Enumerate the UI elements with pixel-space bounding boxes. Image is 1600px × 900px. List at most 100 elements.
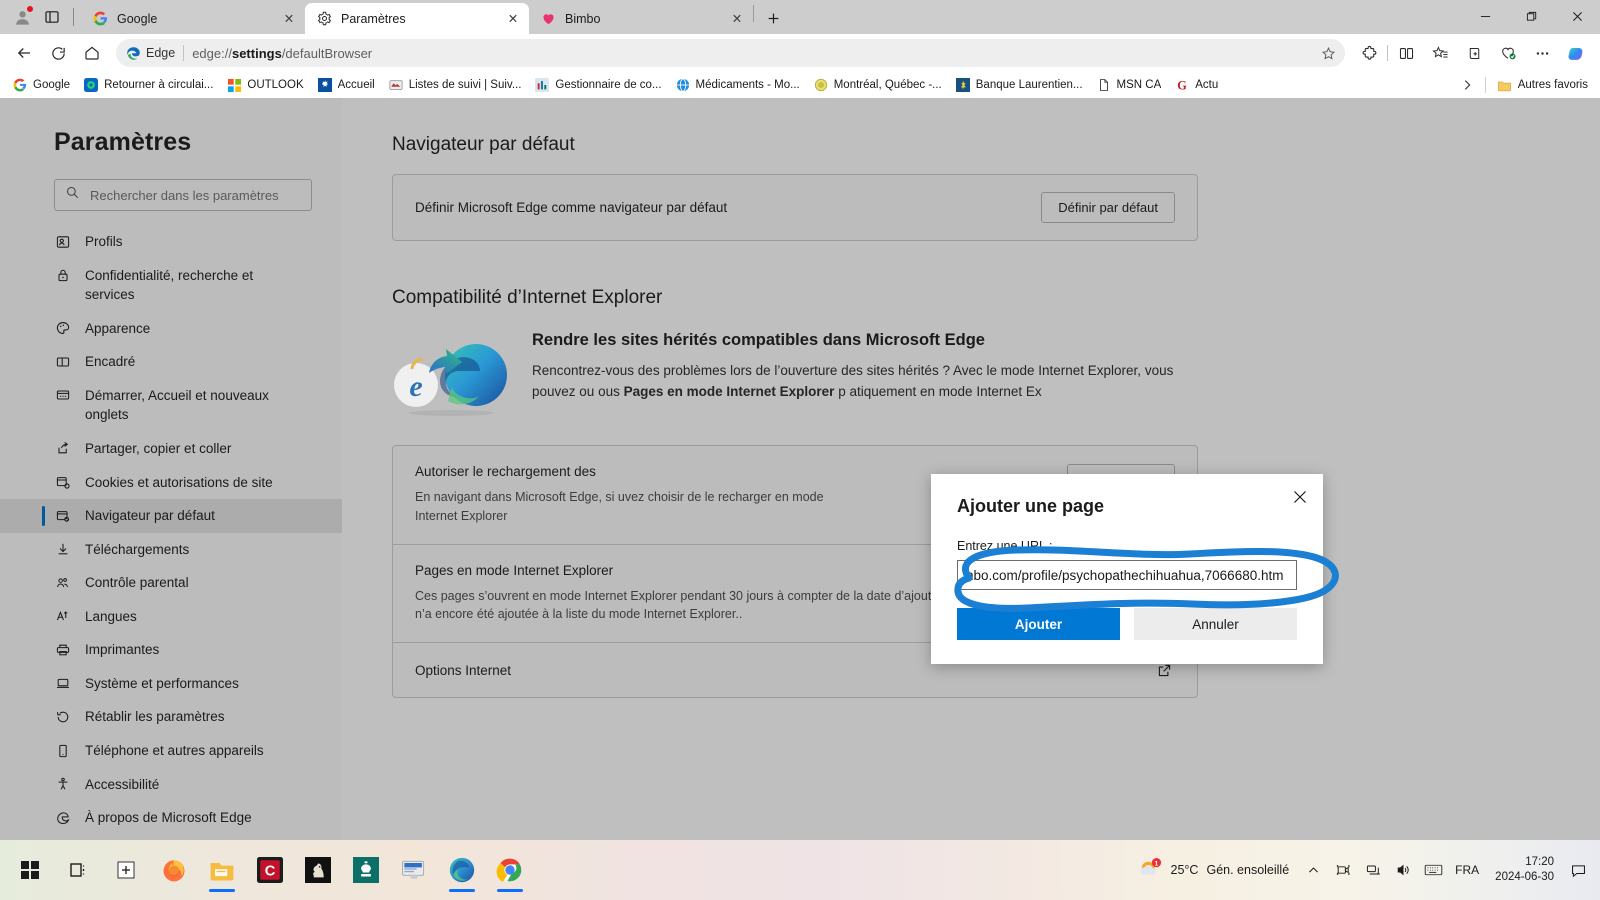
tab-title: Google [117,11,158,26]
file-explorer-app[interactable] [198,846,246,894]
bookmark-montreal[interactable]: Montréal, Québec -... [807,74,948,96]
taskbar-apps: C [0,846,534,894]
globe-icon [675,77,691,93]
cookie-site-icon [54,474,71,491]
chart-icon [534,77,550,93]
chess-king-app[interactable] [342,846,390,894]
remote-desktop-app[interactable] [390,846,438,894]
close-button[interactable] [1554,0,1600,32]
bookmark-accueil[interactable]: Accueil [311,74,381,96]
favorites-list-icon[interactable] [1424,37,1456,69]
refresh-arrow-icon[interactable] [42,37,74,69]
bookmark-retourner[interactable]: Retourner à circulai... [77,74,219,96]
bookmark-listes-de-suivi[interactable]: Listes de suivi | Suiv... [382,74,528,96]
sidebar-item-encadre[interactable]: Encadré [0,345,342,379]
profile-avatar[interactable] [8,3,36,31]
bookmark-google[interactable]: Google [6,74,76,96]
sidebar-item-telechargements[interactable]: Téléchargements [0,533,342,567]
row-title: Autoriser le rechargement des [415,464,596,479]
sidebar-item-retablir-parametres[interactable]: Rétablir les paramètres [0,700,342,734]
tab-close-icon[interactable]: ✕ [279,9,299,29]
keyboard-icon[interactable] [1419,855,1447,885]
copilot-icon[interactable] [1560,37,1592,69]
sidebar-item-profils[interactable]: Profils [0,225,342,259]
sidebar-item-langues[interactable]: Langues [0,600,342,634]
language-indicator[interactable]: FRA [1449,863,1485,877]
chat-bubble-icon[interactable] [1564,855,1592,885]
settings-search-box[interactable] [54,179,312,211]
extensions-icon[interactable] [1353,37,1385,69]
bookmark-label: Accueil [337,79,375,91]
sidebar-item-partager-copier[interactable]: Partager, copier et coller [0,432,342,466]
bookmark-gestionnaire[interactable]: Gestionnaire de co... [528,74,667,96]
network-icon[interactable] [1359,855,1387,885]
favorite-star-icon[interactable] [1315,40,1341,66]
ie-mode-promo-title: Rendre les sites hérités compatibles dan… [532,331,985,349]
minimize-button[interactable] [1462,0,1508,32]
sidebar-item-apparence[interactable]: Apparence [0,312,342,346]
sidebar-item-confidentialite[interactable]: Confidentialité, recherche et services [0,259,342,312]
svg-text:1: 1 [1154,860,1158,867]
bookmark-msn-ca[interactable]: MSN CA [1090,74,1168,96]
tray-overflow-chevron-up-icon[interactable] [1299,855,1327,885]
sidebar-item-demarrer-accueil[interactable]: Démarrer, Accueil et nouveaux onglets [0,379,342,432]
url-input[interactable] [957,560,1297,590]
weather-widget[interactable]: 1 25°C Gén. ensoleillé [1129,854,1298,886]
sidebar-item-label: Partager, copier et coller [85,440,232,456]
dialog-annuler-button[interactable]: Annuler [1134,608,1297,640]
dialog-ajouter-button[interactable]: Ajouter [957,608,1120,640]
tab-parametres[interactable]: Paramètres ✕ [305,3,529,34]
sidebar-item-label: Cookies et autorisations de site [85,474,273,490]
google-chrome-app[interactable] [486,846,534,894]
camtasia-app[interactable]: C [246,846,294,894]
bookmark-label: Montréal, Québec -... [833,79,942,91]
sidebar-item-accessibilite[interactable]: Accessibilité [0,768,342,802]
task-view-button[interactable] [54,846,102,894]
default-browser-card: Définir Microsoft Edge comme navigateur … [392,174,1198,241]
clock[interactable]: 17:20 2024-06-30 [1487,855,1562,885]
settings-more-icon[interactable] [1526,37,1558,69]
home-icon[interactable] [76,37,108,69]
firefox-app[interactable] [150,846,198,894]
sidebar-item-cookies[interactable]: Cookies et autorisations de site [0,466,342,500]
sidebar-item-label: Langues [85,608,137,624]
sidebar-item-telephone-appareils[interactable]: Téléphone et autres appareils [0,734,342,768]
chess-knight-app[interactable] [294,846,342,894]
bookmark-banque-laurentienne[interactable]: Banque Laurentien... [949,74,1089,96]
back-arrow-icon[interactable] [8,37,40,69]
close-icon[interactable] [1285,482,1315,512]
sidebar-item-controle-parental[interactable]: Contrôle parental [0,566,342,600]
url-text: edge://settings/defaultBrowser [192,45,373,61]
tab-actions-icon[interactable] [38,3,66,31]
tab-bimbo[interactable]: Bimbo ✕ [529,3,753,34]
tab-google[interactable]: Google ✕ [81,3,305,34]
bookmark-autres-favoris[interactable]: Autres favoris [1491,74,1594,96]
new-tab-button[interactable] [758,3,788,33]
maximize-button[interactable] [1508,0,1554,32]
browser-essentials-icon[interactable] [1492,37,1524,69]
sidebar-item-a-propos-edge[interactable]: À propos de Microsoft Edge [0,801,342,835]
folder-icon [1497,77,1513,93]
sidebar-item-navigateur-par-defaut[interactable]: Navigateur par défaut [0,499,342,533]
collections-icon[interactable] [1458,37,1490,69]
screen-record-icon[interactable] [1329,855,1357,885]
search-wrapper [54,179,312,211]
split-screen-icon[interactable] [1390,37,1422,69]
bookmark-outlook[interactable]: OUTLOOK [220,74,309,96]
bookmark-actu[interactable]: G Actu [1168,74,1224,96]
tab-close-icon[interactable]: ✕ [503,9,523,29]
bookmarks-overflow-chevron-right-icon[interactable] [1454,74,1480,96]
set-default-button[interactable]: Définir par défaut [1041,192,1175,223]
bookmark-medicaments[interactable]: Médicaments - Mo... [669,74,806,96]
sidebar-item-label: Contrôle parental [85,575,189,591]
sidebar-item-systeme-performances[interactable]: Système et performances [0,667,342,701]
search-input[interactable] [90,187,301,203]
microsoft-edge-app[interactable] [438,846,486,894]
widgets-button[interactable] [102,846,150,894]
start-button[interactable] [6,846,54,894]
clock-time: 17:20 [1525,856,1554,869]
sidebar-item-imprimantes[interactable]: Imprimantes [0,633,342,667]
address-bar[interactable]: Edge edge://settings/defaultBrowser [116,39,1345,67]
volume-icon[interactable] [1389,855,1417,885]
tab-close-icon[interactable]: ✕ [727,9,747,29]
